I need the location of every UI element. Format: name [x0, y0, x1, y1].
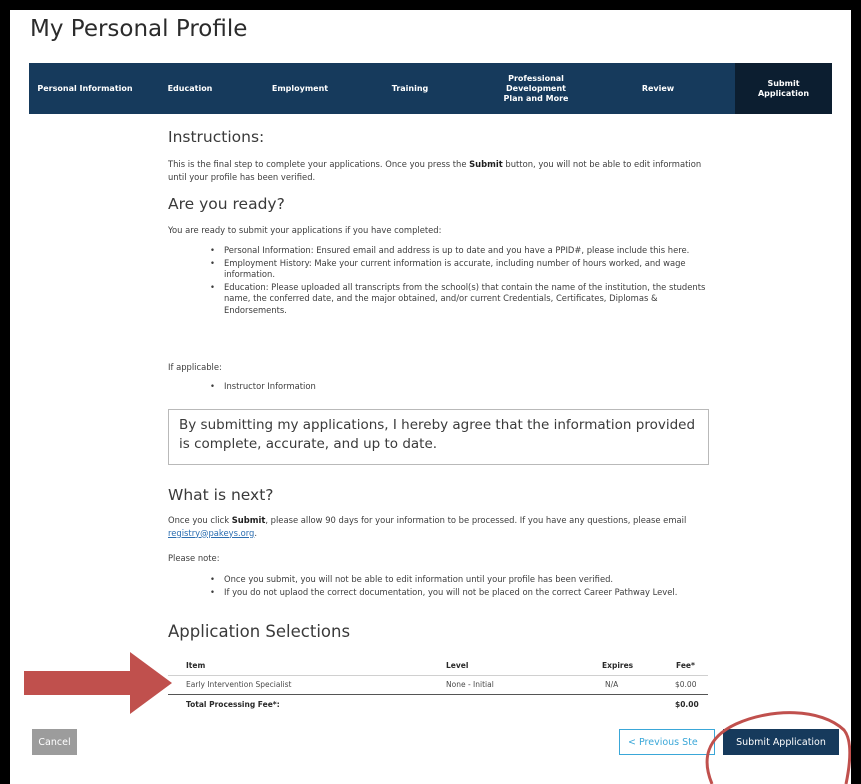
table-total-row: Total Processing Fee*: $0.00: [168, 696, 708, 714]
list-item: Personal Information: Ensured email and …: [208, 245, 708, 257]
agreement-box: By submitting my applications, I hereby …: [168, 409, 709, 465]
step-training[interactable]: Training: [361, 63, 459, 114]
instructions-heading: Instructions:: [168, 128, 265, 146]
annotation-circle: [705, 711, 851, 784]
list-item: If you do not uplaod the correct documen…: [208, 587, 708, 599]
applicable-list: Instructor Information: [208, 381, 708, 394]
list-item: Employment History: Make your current in…: [208, 258, 708, 281]
selections-heading: Application Selections: [168, 622, 351, 641]
instructions-text: This is the final step to complete your …: [168, 159, 702, 182]
list-item: Once you submit, you will not be able to…: [208, 574, 708, 586]
step-navigation: Personal Information Education Employmen…: [29, 63, 832, 114]
step-personal-information[interactable]: Personal Information: [29, 63, 141, 114]
table-header: Item Level Expires Fee*: [168, 657, 708, 676]
page-title: My Personal Profile: [30, 16, 248, 42]
total-label: Total Processing Fee*:: [186, 700, 280, 709]
page-frame: My Personal Profile Personal Information…: [10, 10, 851, 784]
row-expires: N/A: [605, 680, 619, 689]
if-applicable-label: If applicable:: [168, 362, 222, 372]
next-text: Once you click Submit, please allow 90 d…: [168, 515, 687, 538]
ready-intro: You are ready to submit your application…: [168, 225, 442, 235]
annotation-arrow: [24, 652, 172, 714]
list-item: Education: Please uploaded all transcrip…: [208, 282, 708, 317]
row-fee: $0.00: [675, 680, 697, 689]
step-review[interactable]: Review: [609, 63, 707, 114]
step-professional-development[interactable]: Professional Development Plan and More: [495, 63, 577, 114]
row-level: None - Initial: [446, 680, 494, 689]
col-fee: Fee*: [676, 661, 695, 670]
next-heading: What is next?: [168, 486, 274, 504]
note-label: Please note:: [168, 553, 220, 563]
notes-list: Once you submit, you will not be able to…: [208, 574, 708, 599]
col-item: Item: [186, 661, 206, 670]
ready-list: Personal Information: Ensured email and …: [208, 245, 708, 317]
list-item: Instructor Information: [208, 381, 708, 393]
cancel-button[interactable]: Cancel: [32, 729, 77, 755]
email-link[interactable]: registry@pakeys.org: [168, 528, 254, 538]
ready-heading: Are you ready?: [168, 195, 285, 213]
step-submit-application[interactable]: Submit Application: [735, 63, 832, 114]
step-employment[interactable]: Employment: [239, 63, 361, 114]
step-education[interactable]: Education: [141, 63, 239, 114]
row-item: Early Intervention Specialist: [186, 680, 292, 689]
col-expires: Expires: [602, 661, 634, 670]
col-level: Level: [446, 661, 469, 670]
table-row: Early Intervention Specialist None - Ini…: [168, 676, 708, 695]
